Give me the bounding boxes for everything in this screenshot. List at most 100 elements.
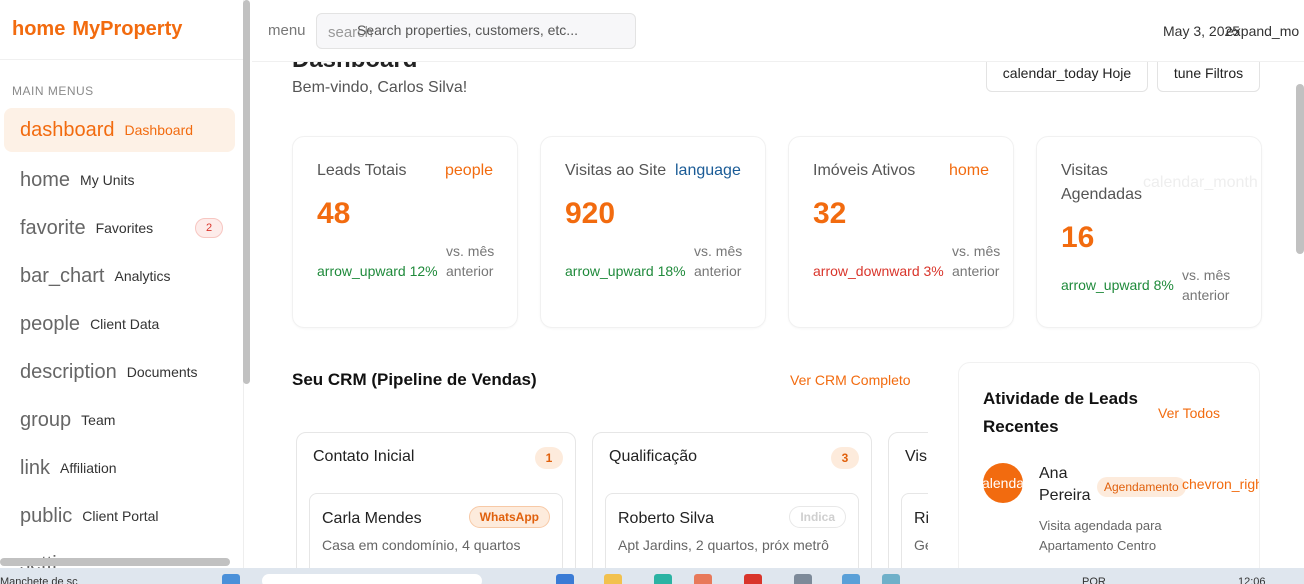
page-title: Dashboard <box>292 62 417 74</box>
column-count-badge: 1 <box>535 447 563 469</box>
brand-home-icon: home <box>12 18 66 40</box>
calendar-month-icon: calendar_month <box>1143 174 1258 191</box>
home-icon: home <box>949 162 990 179</box>
lead-description: Ge <box>914 537 928 553</box>
kpi-title: Visitas Agendadas <box>1061 162 1142 203</box>
kpi-trend: arrow_upward 8% <box>1061 277 1174 293</box>
crm-section-title: Seu CRM (Pipeline de Vendas) <box>292 370 537 389</box>
public-icon: public <box>20 504 73 527</box>
browser-icon[interactable] <box>654 574 672 584</box>
sidebar-item-my-units[interactable]: home My Units <box>4 156 235 204</box>
app-icon[interactable] <box>882 574 900 584</box>
group-icon: group <box>20 408 72 431</box>
column-count-badge: 3 <box>831 447 859 469</box>
recent-activity-panel: Atividade de Leads Recentes Ver Todos ca… <box>958 362 1260 568</box>
sidebar-item-label: Favorites <box>95 220 154 236</box>
sidebar: home MyProperty MAIN MENUS dashboard Das… <box>0 0 244 568</box>
people-icon: people <box>20 312 81 335</box>
menu-section-title: MAIN MENUS <box>12 84 94 98</box>
kpi-title: Visitas ao Site <box>565 162 667 179</box>
view-full-crm-link[interactable]: Ver CRM Completo <box>790 372 911 388</box>
lead-card[interactable]: Roberto Silva Indica Apt Jardins, 2 quar… <box>605 493 859 568</box>
lead-name: Ana Pereira <box>1039 465 1091 504</box>
sidebar-item-client-data[interactable]: people Client Data <box>4 300 235 348</box>
lead-card[interactable]: Carla Mendes WhatsApp Casa em condomínio… <box>309 493 563 568</box>
sidebar-item-label: Dashboard <box>124 122 194 138</box>
sidebar-item-documents[interactable]: description Documents <box>4 348 235 396</box>
expand-more-icon[interactable]: expand_mo <box>1226 23 1299 39</box>
lead-activity-description: Visita agendada para Apartamento Centro <box>1039 518 1162 553</box>
view-all-link[interactable]: Ver Todos <box>1158 405 1220 421</box>
lead-description: Casa em condomínio, 4 quartos <box>322 537 521 553</box>
chevron-right-icon[interactable]: chevron_right <box>1182 476 1259 492</box>
column-title: Contato Inicial <box>313 448 415 465</box>
welcome-message: Bem-vindo, Carlos Silva! <box>292 79 468 96</box>
taskbar-search[interactable] <box>262 574 482 584</box>
chrome-icon[interactable] <box>744 574 762 584</box>
sidebar-item-label: Analytics <box>114 268 171 284</box>
sidebar-item-affiliation[interactable]: link Affiliation <box>4 444 235 492</box>
kpi-comparison: vs. mês anterior <box>1182 267 1231 303</box>
column-title: Qualificação <box>609 448 698 465</box>
main-vertical-scrollbar[interactable] <box>1296 84 1304 254</box>
column-title: Vis <box>905 448 927 465</box>
sidebar-item-favorites[interactable]: favorite Favorites 2 <box>4 204 235 252</box>
clock[interactable]: 12:06 <box>1238 576 1266 584</box>
sidebar-horizontal-scrollbar[interactable] <box>0 558 230 566</box>
folder-icon[interactable] <box>604 574 622 584</box>
sidebar-item-label: Client Portal <box>82 508 159 524</box>
sidebar-item-label: Documents <box>126 364 198 380</box>
sidebar-item-team[interactable]: group Team <box>4 396 235 444</box>
main-content: Dashboard Bem-vindo, Carlos Silva! calen… <box>252 62 1296 568</box>
search-input[interactable] <box>357 22 627 38</box>
windows-start-icon[interactable] <box>222 574 240 584</box>
sidebar-item-client-portal[interactable]: public Client Portal <box>4 492 235 540</box>
menu-icon[interactable]: menu <box>268 22 306 39</box>
kpi-value: 32 <box>813 197 847 230</box>
sidebar-vertical-scrollbar[interactable] <box>243 0 250 384</box>
app-icon[interactable] <box>694 574 712 584</box>
lead-card[interactable]: Ri Ge <box>901 493 928 568</box>
brand[interactable]: home MyProperty <box>0 0 243 60</box>
description-icon: description <box>20 360 117 383</box>
kpi-title: Leads Totais <box>317 162 407 179</box>
lead-description: Apt Jardins, 2 quartos, próx metrô <box>618 537 829 553</box>
kpi-value: 920 <box>565 197 616 230</box>
kpi-trend: arrow_upward 18% <box>565 263 686 279</box>
kpi-trend: arrow_downward 3% <box>813 263 944 279</box>
lead-status-tag: Agendamento <box>1097 477 1186 497</box>
pipeline-column: Qualificação 3 Roberto Silva Indica Apt … <box>592 432 872 568</box>
crm-pipeline: Contato Inicial 1 Carla Mendes WhatsApp … <box>296 432 928 568</box>
keyboard-language[interactable]: POR <box>1082 576 1106 584</box>
sidebar-item-dashboard[interactable]: dashboard Dashboard <box>4 108 235 152</box>
favorite-icon: favorite <box>20 216 86 239</box>
lead-source-tag: Indica <box>789 506 846 528</box>
link-icon: link <box>20 456 51 479</box>
lead-name: Carla Mendes <box>322 510 422 527</box>
os-taskbar: Manchete de sc POR 12:06 <box>0 568 1304 584</box>
app-icon[interactable] <box>556 574 574 584</box>
sidebar-item-label: Team <box>81 412 116 428</box>
lead-source-tag: WhatsApp <box>468 506 550 528</box>
app-icon[interactable] <box>794 574 812 584</box>
people-icon: people <box>445 162 494 179</box>
lead-name: Ri <box>914 510 928 527</box>
sidebar-item-label: My Units <box>80 172 135 188</box>
search-box[interactable]: search <box>316 13 636 49</box>
calendar-today-icon: calendar_today <box>983 463 1023 503</box>
kpi-card-site-visits: Visitas ao Site language 920 arrow_upwar… <box>540 136 766 328</box>
sidebar-item-analytics[interactable]: bar_chart Analytics <box>4 252 235 300</box>
filters-button[interactable]: tune Filtros <box>1157 62 1260 92</box>
kpi-card-leads: Leads Totais people 48 arrow_upward 12% … <box>292 136 518 328</box>
taskbar-news-widget[interactable]: Manchete de sc <box>0 576 78 584</box>
app-icon[interactable] <box>842 574 860 584</box>
today-button[interactable]: calendar_today Hoje <box>986 62 1148 92</box>
kpi-card-scheduled-visits: Visitas Agendadas calendar_month 16 arro… <box>1036 136 1262 328</box>
kpi-trend: arrow_upward 12% <box>317 263 438 279</box>
kpi-card-active-properties: Imóveis Ativos home 32 arrow_downward 3%… <box>788 136 1014 328</box>
home-icon: home <box>20 168 71 191</box>
kpi-comparison: vs. mês anterior <box>694 243 743 279</box>
kpi-title: Imóveis Ativos <box>813 162 916 179</box>
kpi-value: 16 <box>1061 221 1095 254</box>
kpi-comparison: vs. mês anterior <box>446 243 495 279</box>
